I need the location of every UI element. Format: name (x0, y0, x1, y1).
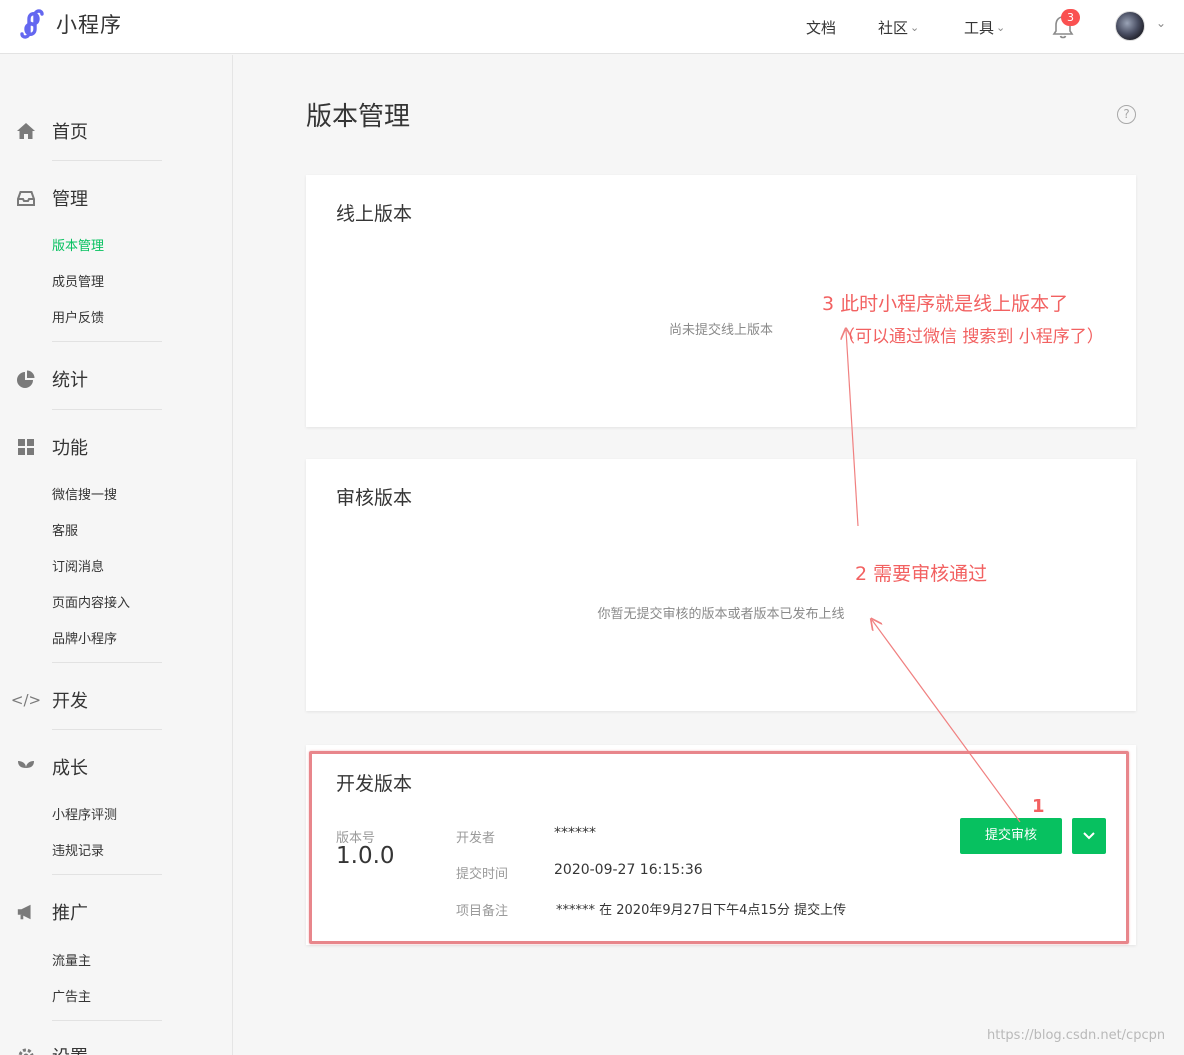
annotation-step-1: 1 (1032, 796, 1045, 817)
annotation-step-3-note: （可以通过微信 搜索到 小程序了） (838, 327, 1104, 347)
annotation-arrows (0, 0, 1021, 823)
watermark: https://blog.csdn.net/cpcpn (987, 1028, 1166, 1043)
annotation-step-3: 3 此时小程序就是线上版本了 (822, 293, 1069, 315)
annotation-step-2: 2 需要审核通过 (855, 563, 988, 585)
